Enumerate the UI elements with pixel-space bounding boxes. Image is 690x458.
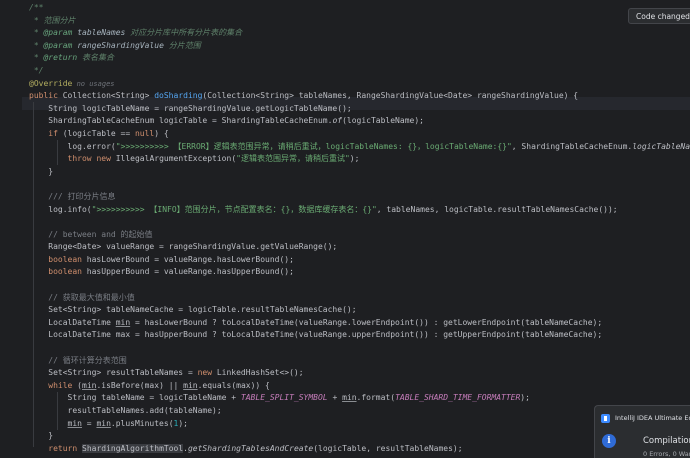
code-line[interactable]: */ <box>29 65 690 78</box>
code-area[interactable]: /** * 范围分片 * @param tableNames 对应分片库中所有分… <box>29 2 690 455</box>
code-line[interactable]: /// 打印分片信息 <box>29 191 690 204</box>
code-line[interactable]: @Override no usages <box>29 78 690 91</box>
code-line[interactable]: /** <box>29 2 690 15</box>
code-line[interactable]: // 循环计算分表范围 <box>29 355 690 368</box>
code-line[interactable]: throw new IllegalArgumentException("逻辑表范… <box>29 153 690 166</box>
code-line[interactable] <box>29 216 690 229</box>
code-editor[interactable]: /** * 范围分片 * @param tableNames 对应分片库中所有分… <box>0 0 690 458</box>
code-line[interactable] <box>29 178 690 191</box>
code-line[interactable]: Range<Date> valueRange = rangeShardingVa… <box>29 241 690 254</box>
code-line[interactable]: * @param rangeShardingValue 分片范围 <box>29 40 690 53</box>
code-line[interactable]: LocalDateTime min = hasLowerBound ? toLo… <box>29 317 690 330</box>
code-line[interactable]: LocalDateTime max = hasUpperBound ? toLo… <box>29 329 690 342</box>
code-line[interactable]: String tableName = logicTableName + TABL… <box>29 392 690 405</box>
code-line[interactable]: min = min.plusMinutes(1); <box>29 418 690 431</box>
code-line[interactable]: * 范围分片 <box>29 15 690 28</box>
intellij-app-icon <box>601 413 610 423</box>
notification-body: 0 Errors, 0 Warnings <box>643 450 690 458</box>
notification-header: IntelliJ IDEA Ultimate Edition <box>601 412 690 424</box>
info-icon: i <box>602 434 616 448</box>
code-line[interactable]: boolean hasLowerBound = valueRange.hasLo… <box>29 254 690 267</box>
code-line[interactable]: Set<String> tableNameCache = logicTable.… <box>29 304 690 317</box>
code-line[interactable] <box>29 279 690 292</box>
code-line[interactable]: * @param tableNames 对应分片库中所有分片表的集合 <box>29 27 690 40</box>
code-line[interactable]: // 获取最大值和最小值 <box>29 292 690 305</box>
code-line[interactable]: } <box>29 430 690 443</box>
code-line[interactable] <box>29 342 690 355</box>
editor-gutter[interactable] <box>0 0 22 458</box>
code-line[interactable]: } <box>29 166 690 179</box>
tooltip-text: Code changed: <box>636 12 690 21</box>
code-line[interactable]: String logicTableName = rangeShardingVal… <box>29 103 690 116</box>
code-changed-tooltip[interactable]: Code changed: <box>628 8 690 24</box>
code-line[interactable]: Set<String> resultTableNames = new Linke… <box>29 367 690 380</box>
code-line[interactable]: log.info(">>>>>>>>>> 【INFO】范围分片，节点配置表名：{… <box>29 204 690 217</box>
code-line[interactable]: ShardingTableCacheEnum logicTable = Shar… <box>29 115 690 128</box>
code-line[interactable]: if (logicTable == null) { <box>29 128 690 141</box>
code-line[interactable]: public Collection<String> doSharding(Col… <box>29 90 690 103</box>
code-line[interactable]: * @return 表名集合 <box>29 52 690 65</box>
notification-title: Compilation <box>643 436 690 446</box>
code-line[interactable]: return ShardingAlgorithmTool.getSharding… <box>29 443 690 456</box>
notification-toast[interactable]: IntelliJ IDEA Ultimate Edition i Compila… <box>594 405 690 458</box>
code-line[interactable]: // between and 的起始值 <box>29 229 690 242</box>
code-line[interactable]: resultTableNames.add(tableName); <box>29 405 690 418</box>
code-line[interactable]: log.error(">>>>>>>>>> 【ERROR】逻辑表范围异常，请稍后… <box>29 141 690 154</box>
notification-app-name: IntelliJ IDEA Ultimate Edition <box>615 414 690 422</box>
code-line[interactable]: boolean hasUpperBound = valueRange.hasUp… <box>29 266 690 279</box>
code-line[interactable]: while (min.isBefore(max) || min.equals(m… <box>29 380 690 393</box>
